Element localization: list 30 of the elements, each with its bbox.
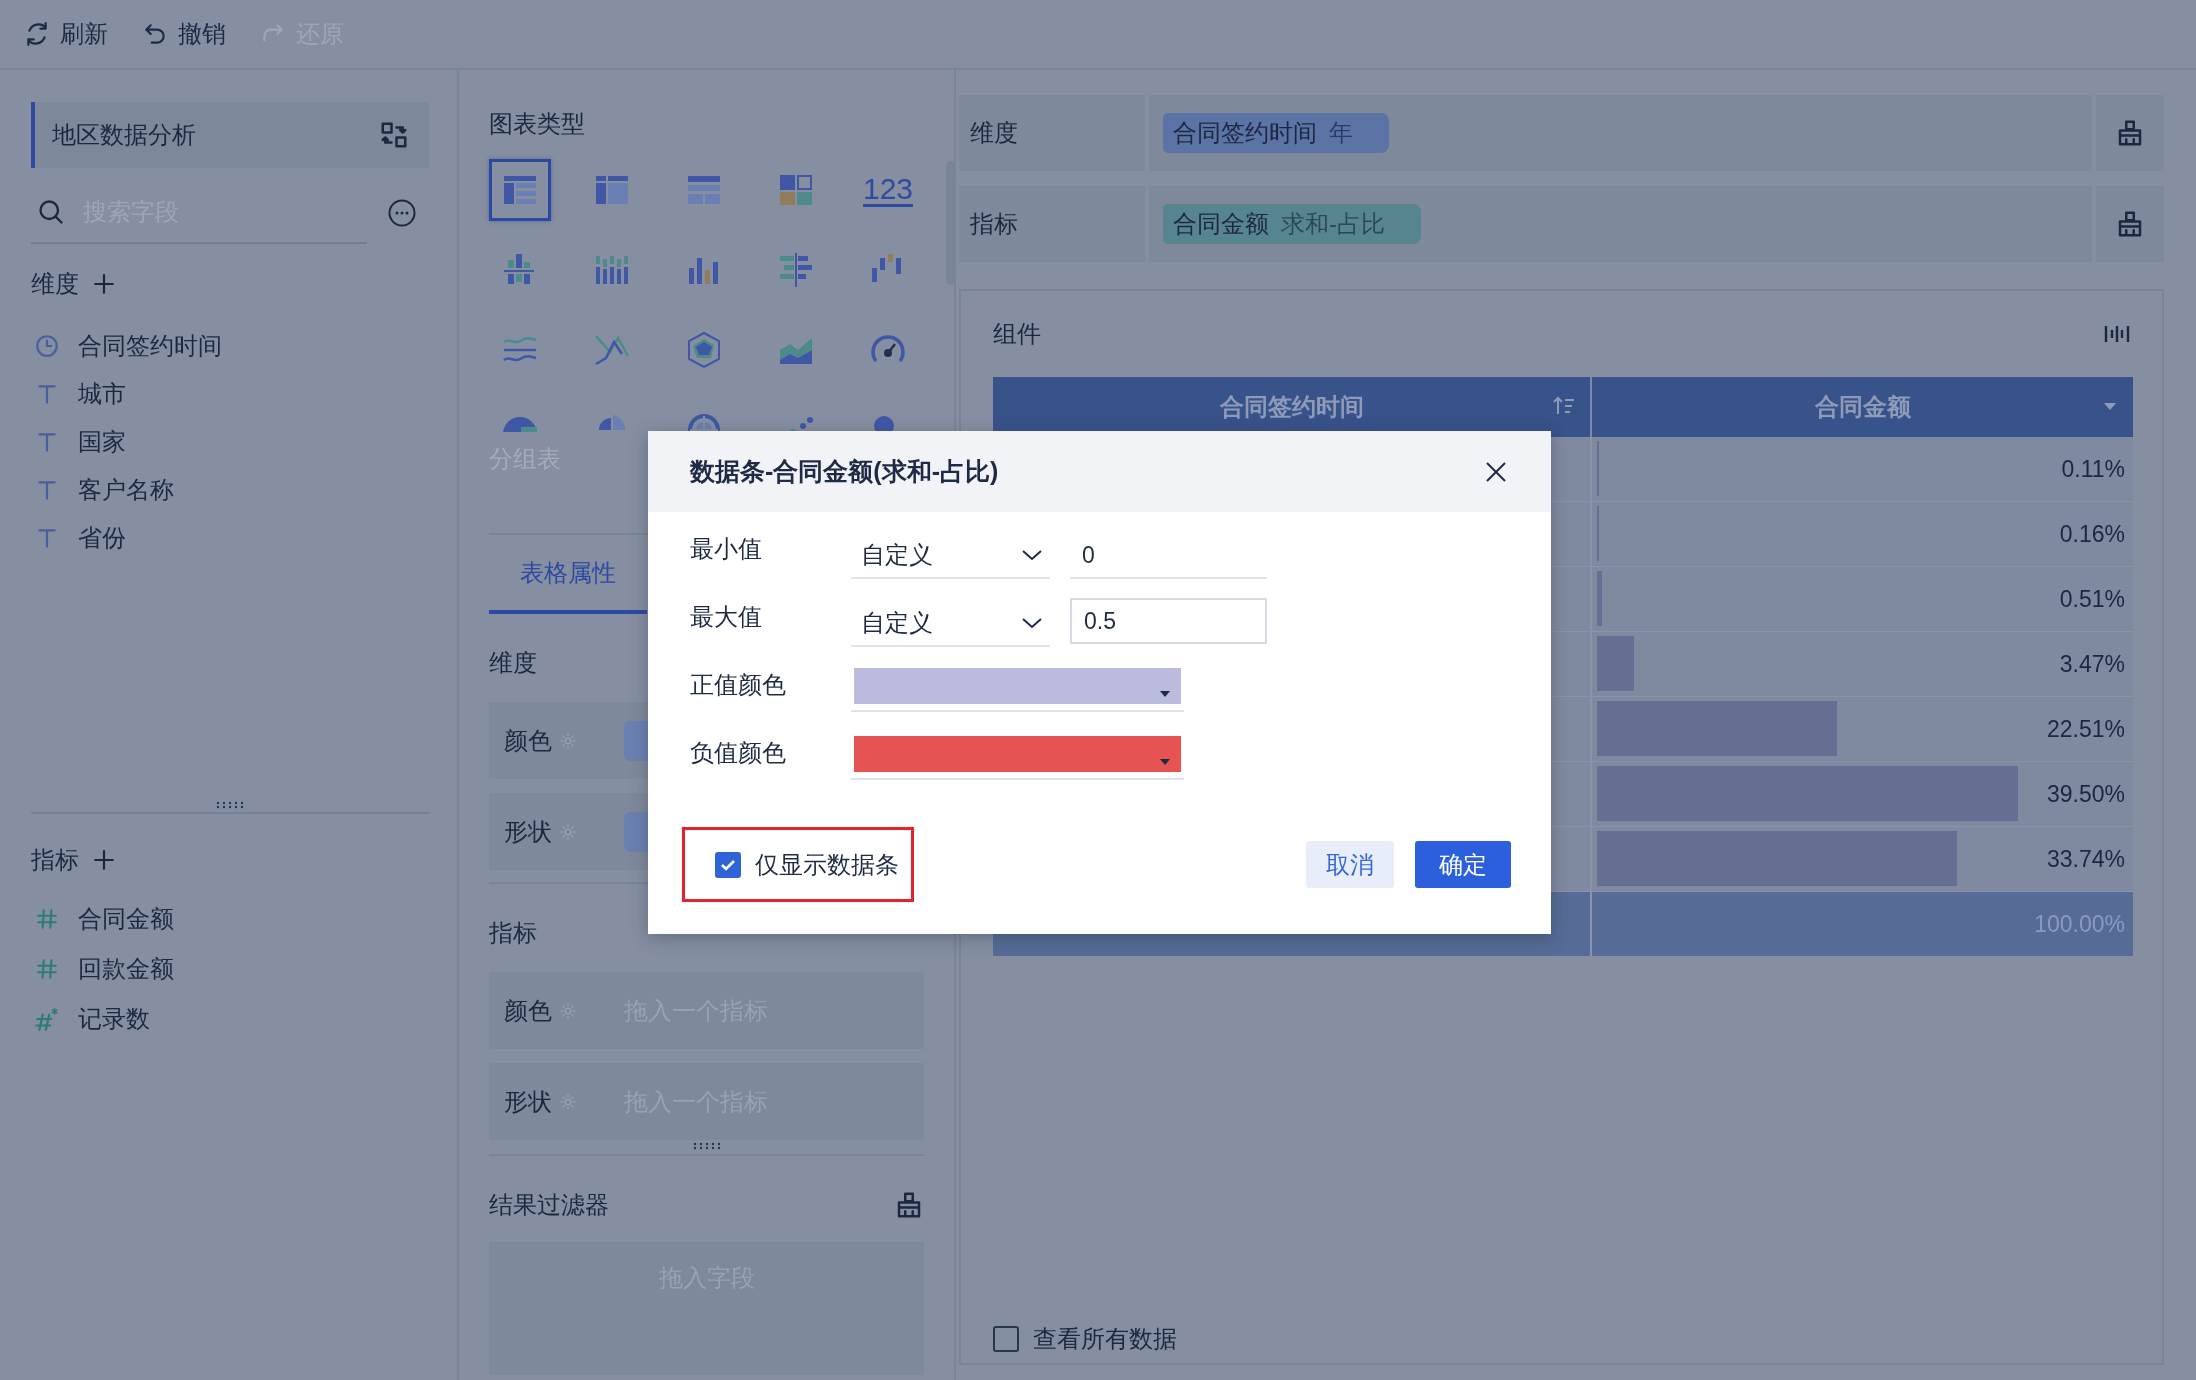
table-cell-text: 39.50% [2047, 780, 2125, 809]
panel-title: 图表类型 [489, 109, 586, 139]
slot-label: 形状 [504, 1086, 552, 1117]
dialog-title: 数据条-合同金额(求和-占比) [690, 456, 999, 487]
chip-aggregation: 求和-占比 [1281, 209, 1385, 239]
section-title: 维度 [31, 269, 79, 299]
card-title: 组件 [993, 319, 1041, 349]
section-title: 结果过滤器 [489, 1190, 609, 1220]
field-label: 正值颜色 [690, 670, 787, 700]
chip-aggregation: 年 [1329, 118, 1353, 148]
table-cell-text: 0.16% [2059, 520, 2125, 549]
section-title: 维度 [489, 648, 537, 678]
field-label: 最大值 [690, 602, 763, 632]
slot-label: 颜色 [504, 725, 552, 756]
chip-name: 合同签约时间 [1173, 118, 1317, 148]
section-title: 指标 [31, 845, 79, 875]
shelf-title: 维度 [970, 118, 1018, 148]
slot-label: 颜色 [504, 995, 552, 1026]
table-cell-text: 3.47% [2059, 650, 2125, 679]
table-cell-text: 33.74% [2047, 845, 2125, 874]
table-cell-text: 22.51% [2047, 715, 2125, 744]
dataset-title: 地区数据分析 [52, 120, 196, 150]
table-cell-text: 0.51% [2059, 585, 2125, 614]
shelf-title: 指标 [970, 209, 1018, 239]
field-label: 负值颜色 [690, 738, 787, 768]
slot-label: 形状 [504, 816, 552, 847]
section-title: 指标 [489, 918, 537, 948]
field-label: 最小值 [690, 534, 763, 564]
chip-name: 合同金额 [1173, 209, 1269, 239]
table-cell-text: 0.11% [2061, 455, 2125, 484]
